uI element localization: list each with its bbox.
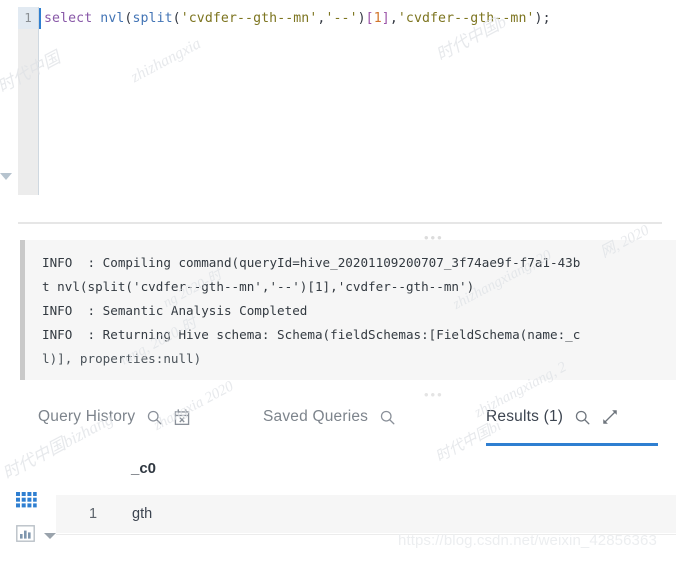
- log-vertical-scrollbar[interactable]: [20, 240, 25, 380]
- sql-token: nvl: [100, 11, 125, 26]
- sql-editor[interactable]: 1 select nvl(split('cvdfer--gth--mn','--…: [0, 0, 676, 222]
- editor-gutter: [18, 7, 38, 195]
- cell-c0: gth: [132, 506, 153, 522]
- sql-token: ;: [542, 11, 551, 26]
- sql-token: split: [132, 11, 173, 26]
- calendar-clear-icon[interactable]: [174, 408, 190, 426]
- row-index: 1: [89, 506, 98, 522]
- tab-query-history-label: Query History: [38, 408, 136, 425]
- grid-view-icon[interactable]: [16, 492, 37, 515]
- column-header-c0: _c0: [131, 460, 157, 477]
- sql-token: 'cvdfer--gth--mn': [397, 11, 535, 26]
- results-grid: _c0 1 gth: [0, 448, 676, 567]
- search-icon[interactable]: [379, 409, 396, 426]
- log-line: INFO : Compiling command(queryId=hive_20…: [42, 255, 581, 270]
- log-lines: INFO : Compiling command(queryId=hive_20…: [42, 251, 580, 371]
- sql-token: select: [44, 11, 93, 26]
- active-tab-underline: [486, 443, 658, 446]
- log-line: t nvl(split('cvdfer--gth--mn','--')[1],'…: [42, 279, 475, 294]
- sql-token: '--': [325, 11, 358, 26]
- sql-token: ,: [389, 11, 398, 26]
- log-line: INFO : Semantic Analysis Completed: [42, 303, 308, 318]
- sql-token: 1: [373, 11, 382, 26]
- tab-results-label: Results (1): [486, 408, 564, 425]
- sql-token: 'cvdfer--gth--mn': [180, 11, 318, 26]
- result-tabs-bar: Query History Saved Queries Results (1): [0, 392, 676, 448]
- collapse-caret-icon[interactable]: [0, 173, 12, 180]
- editor-divider: [18, 222, 662, 224]
- editor-line-number: 1: [24, 10, 32, 25]
- tab-saved-queries-label: Saved Queries: [263, 408, 369, 425]
- tab-results[interactable]: Results (1): [486, 402, 618, 432]
- search-icon[interactable]: [574, 409, 591, 426]
- tab-saved-queries[interactable]: Saved Queries: [263, 402, 396, 432]
- row-separator: [56, 534, 676, 535]
- log-line: INFO : Returning Hive schema: Schema(fie…: [42, 327, 581, 342]
- sql-code-line[interactable]: select nvl(split('cvdfer--gth--mn','--')…: [44, 11, 551, 26]
- sql-token: ): [534, 11, 543, 26]
- chart-view-icon[interactable]: [16, 525, 35, 547]
- table-row[interactable]: 1 gth: [56, 495, 676, 533]
- log-line: l)], properties:null): [42, 351, 202, 366]
- chevron-down-icon[interactable]: [44, 533, 56, 539]
- sql-token: ]: [381, 11, 390, 26]
- sql-token: ): [357, 11, 366, 26]
- query-log-panel[interactable]: ••• INFO : Compiling command(queryId=hiv…: [0, 230, 676, 402]
- sql-token: (: [172, 11, 181, 26]
- log-output-box[interactable]: INFO : Compiling command(queryId=hive_20…: [20, 240, 676, 380]
- search-icon[interactable]: [146, 409, 163, 426]
- tab-query-history[interactable]: Query History: [38, 402, 190, 432]
- sql-token: [: [365, 11, 374, 26]
- expand-icon[interactable]: [602, 409, 618, 425]
- editor-gutter-rule: [38, 7, 39, 195]
- results-header-row: _c0: [56, 454, 676, 488]
- text-cursor: [39, 8, 41, 29]
